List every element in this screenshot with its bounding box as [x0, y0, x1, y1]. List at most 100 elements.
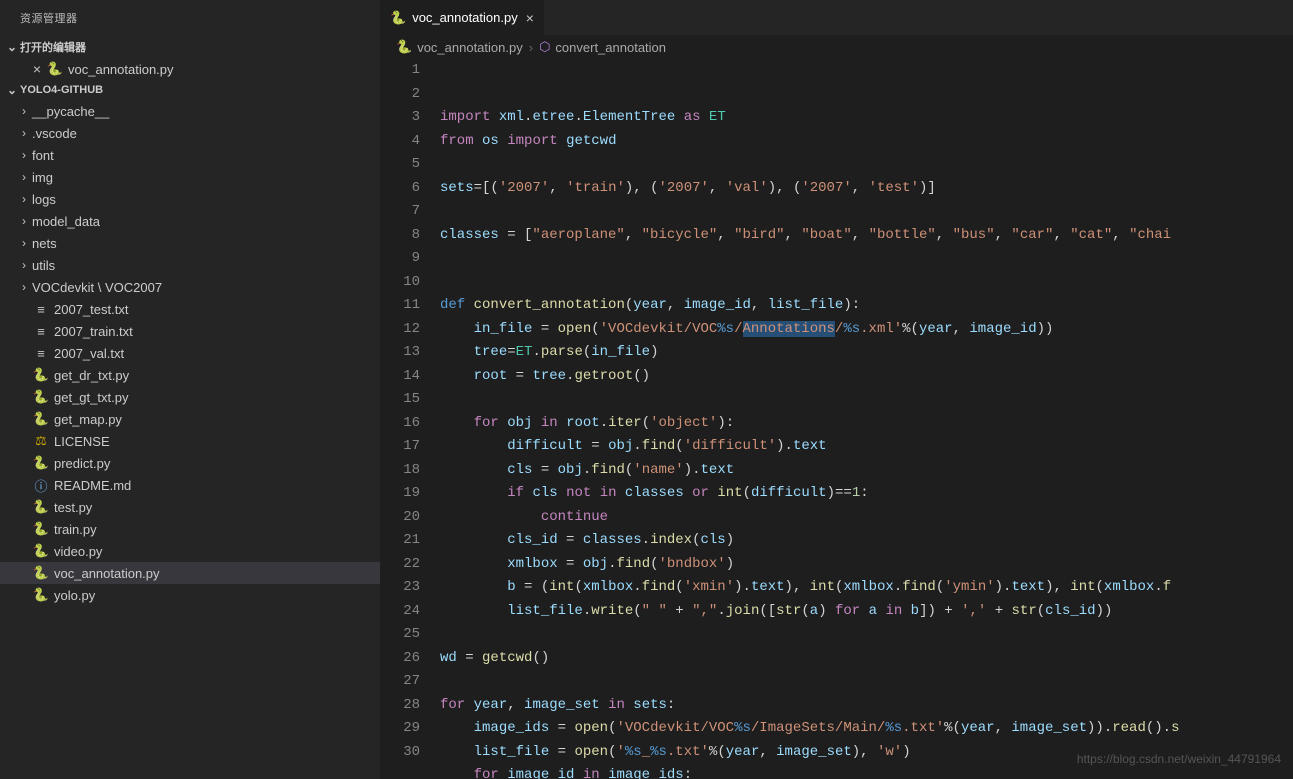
code-line[interactable]: import xml.etree.ElementTree as ET [440, 106, 1293, 130]
tree-item-label: model_data [32, 214, 100, 229]
line-number: 18 [380, 459, 420, 483]
tree-item-label: logs [32, 192, 56, 207]
file-item[interactable]: 🐍 train.py [0, 518, 380, 540]
info-icon: ⓘ [32, 476, 50, 495]
code-line[interactable]: root = tree.getroot() [440, 365, 1293, 389]
chevron-right-icon: › [16, 170, 32, 184]
line-number: 15 [380, 388, 420, 412]
file-item[interactable]: ≡ 2007_train.txt [0, 320, 380, 342]
folder-item[interactable]: ›__pycache__ [0, 100, 380, 122]
folder-item[interactable]: ›logs [0, 188, 380, 210]
close-icon[interactable]: × [28, 61, 46, 77]
line-number: 19 [380, 482, 420, 506]
code-line[interactable]: sets=[('2007', 'train'), ('2007', 'val')… [440, 177, 1293, 201]
code-line[interactable]: tree=ET.parse(in_file) [440, 341, 1293, 365]
project-name: YOLO4-GITHUB [20, 84, 103, 96]
line-number: 26 [380, 647, 420, 671]
line-number: 27 [380, 670, 420, 694]
chevron-right-icon: › [16, 280, 32, 294]
code-line[interactable]: for year, image_set in sets: [440, 694, 1293, 718]
py-icon: 🐍 [32, 411, 50, 427]
tree-item-label: video.py [54, 544, 102, 559]
tree-item-label: nets [32, 236, 57, 251]
tree-item-label: yolo.py [54, 588, 95, 603]
line-number: 24 [380, 600, 420, 624]
py-icon: 🐍 [32, 521, 50, 537]
file-item[interactable]: 🐍get_dr_txt.py [0, 364, 380, 386]
code-line[interactable] [440, 153, 1293, 177]
breadcrumb[interactable]: 🐍 voc_annotation.py › ⬡ convert_annotati… [380, 35, 1293, 59]
breadcrumb-symbol: convert_annotation [555, 40, 666, 55]
file-item[interactable]: ⓘREADME.md [0, 474, 380, 496]
tree-item-label: train.py [54, 522, 97, 537]
code-line[interactable]: def convert_annotation(year, image_id, l… [440, 294, 1293, 318]
line-number: 11 [380, 294, 420, 318]
project-header[interactable]: ⌄ YOLO4-GITHUB [0, 80, 380, 100]
tree-item-label: predict.py [54, 456, 110, 471]
chevron-right-icon: › [16, 126, 32, 140]
code-line[interactable]: b = (int(xmlbox.find('xmin').text), int(… [440, 576, 1293, 600]
open-editor-filename: voc_annotation.py [68, 62, 174, 77]
tree-item-label: 2007_train.txt [54, 324, 133, 339]
code-line[interactable] [440, 200, 1293, 224]
code-content[interactable]: import xml.etree.ElementTree as ETfrom o… [440, 59, 1293, 779]
editor-tabs: 🐍voc_annotation.py× [380, 0, 1293, 35]
line-number: 28 [380, 694, 420, 718]
txt-icon: ≡ [32, 324, 50, 339]
code-line[interactable] [440, 670, 1293, 694]
file-item[interactable]: 🐍voc_annotation.py [0, 562, 380, 584]
code-line[interactable]: xmlbox = obj.find('bndbox') [440, 553, 1293, 577]
explorer-title: 资源管理器 [0, 0, 380, 36]
file-item[interactable]: 🐍video.py [0, 540, 380, 562]
line-number: 21 [380, 529, 420, 553]
open-editor-item[interactable]: ×🐍voc_annotation.py [0, 58, 380, 80]
open-editors-header[interactable]: ⌄ 打开的编辑器 [0, 36, 380, 58]
folder-item[interactable]: ›utils [0, 254, 380, 276]
tree-item-label: 2007_val.txt [54, 346, 124, 361]
code-line[interactable]: image_ids = open('VOCdevkit/VOC%s/ImageS… [440, 717, 1293, 741]
editor-tab[interactable]: 🐍voc_annotation.py× [380, 0, 545, 35]
code-line[interactable]: in_file = open('VOCdevkit/VOC%s/Annotati… [440, 318, 1293, 342]
line-number: 7 [380, 200, 420, 224]
line-number: 30 [380, 741, 420, 765]
file-item[interactable]: 🐍 get_map.py [0, 408, 380, 430]
code-line[interactable] [440, 388, 1293, 412]
code-line[interactable] [440, 247, 1293, 271]
file-item[interactable]: 🐍test.py [0, 496, 380, 518]
line-number: 17 [380, 435, 420, 459]
code-line[interactable]: from os import getcwd [440, 130, 1293, 154]
file-item[interactable]: ⚖LICENSE [0, 430, 380, 452]
lic-icon: ⚖ [32, 433, 50, 449]
code-line[interactable]: list_file.write(" " + ",".join([str(a) f… [440, 600, 1293, 624]
folder-item[interactable]: ›VOCdevkit \ VOC2007 [0, 276, 380, 298]
code-line[interactable]: cls = obj.find('name').text [440, 459, 1293, 483]
code-line[interactable]: if cls not in classes or int(difficult)=… [440, 482, 1293, 506]
line-number: 22 [380, 553, 420, 577]
folder-item[interactable]: ›img [0, 166, 380, 188]
line-number: 25 [380, 623, 420, 647]
code-line[interactable]: cls_id = classes.index(cls) [440, 529, 1293, 553]
line-number: 3 [380, 106, 420, 130]
code-line[interactable]: difficult = obj.find('difficult').text [440, 435, 1293, 459]
code-line[interactable]: for obj in root.iter('object'): [440, 412, 1293, 436]
watermark: https://blog.csdn.net/weixin_44791964 [1077, 748, 1281, 772]
function-icon: ⬡ [539, 39, 550, 55]
code-editor[interactable]: 1234567891011121314151617181920212223242… [380, 59, 1293, 779]
file-item[interactable]: 🐍predict.py [0, 452, 380, 474]
folder-item[interactable]: ›font [0, 144, 380, 166]
folder-item[interactable]: ›.vscode [0, 122, 380, 144]
file-item[interactable]: 🐍yolo.py [0, 584, 380, 606]
tree-item-label: get_map.py [54, 412, 122, 427]
code-line[interactable]: classes = ["aeroplane", "bicycle", "bird… [440, 224, 1293, 248]
code-line[interactable]: wd = getcwd() [440, 647, 1293, 671]
folder-item[interactable]: ›model_data [0, 210, 380, 232]
code-line[interactable] [440, 623, 1293, 647]
tree-item-label: VOCdevkit \ VOC2007 [32, 280, 162, 295]
code-line[interactable] [440, 271, 1293, 295]
folder-item[interactable]: ›nets [0, 232, 380, 254]
file-item[interactable]: ≡2007_test.txt [0, 298, 380, 320]
close-icon[interactable]: × [526, 10, 534, 26]
code-line[interactable]: continue [440, 506, 1293, 530]
file-item[interactable]: 🐍get_gt_txt.py [0, 386, 380, 408]
file-item[interactable]: ≡2007_val.txt [0, 342, 380, 364]
